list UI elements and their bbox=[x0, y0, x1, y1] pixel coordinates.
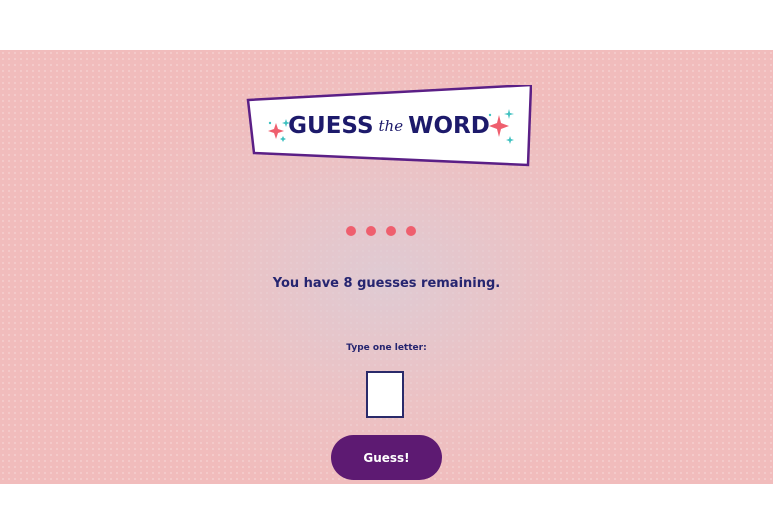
letter-blank bbox=[346, 226, 356, 236]
letter-blank bbox=[406, 226, 416, 236]
logo-word-word: WORD bbox=[408, 113, 490, 139]
letter-input-label: Type one letter: bbox=[346, 343, 427, 353]
bottom-bar bbox=[0, 484, 773, 512]
top-bar bbox=[0, 0, 773, 50]
hidden-word-blanks bbox=[346, 226, 426, 238]
logo-title: GUESS the WORD bbox=[246, 113, 532, 139]
letter-blank bbox=[366, 226, 376, 236]
letter-input[interactable] bbox=[366, 371, 404, 418]
logo-word-guess: GUESS bbox=[288, 113, 374, 139]
logo-word-the: the bbox=[378, 117, 404, 135]
guess-button[interactable]: Guess! bbox=[331, 435, 442, 480]
guesses-remaining-text: You have 8 guesses remaining. bbox=[272, 276, 501, 291]
letter-blank bbox=[386, 226, 396, 236]
game-logo: GUESS the WORD bbox=[246, 85, 532, 167]
